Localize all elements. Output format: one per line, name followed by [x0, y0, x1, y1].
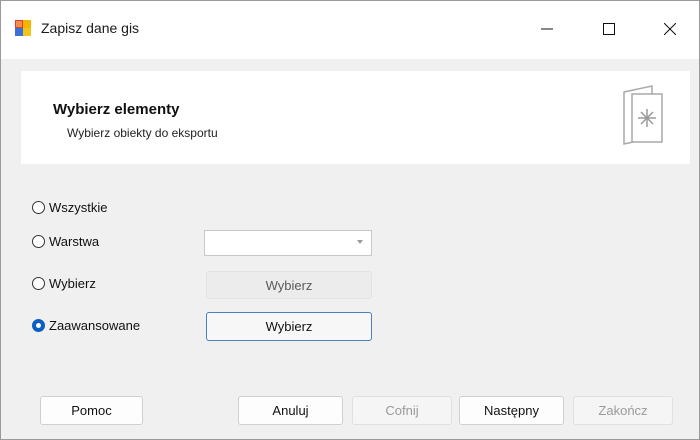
minimize-button[interactable]	[524, 13, 570, 45]
radio-option-select[interactable]: Wybierz	[32, 276, 96, 291]
radio-all-label: Wszystkie	[49, 200, 108, 215]
radio-option-all[interactable]: Wszystkie	[32, 200, 108, 215]
back-button[interactable]: Cofnij	[352, 396, 452, 425]
wizard-window: Zapisz dane gis Wybierz elementy Wybierz…	[0, 0, 700, 440]
next-button[interactable]: Następny	[459, 396, 564, 425]
select-objects-button[interactable]: Wybierz	[206, 271, 372, 299]
radio-advanced[interactable]	[32, 319, 45, 332]
radio-select-label: Wybierz	[49, 276, 96, 291]
minimize-icon	[541, 28, 553, 30]
export-document-icon	[623, 85, 663, 145]
wizard-header: Wybierz elementy Wybierz obiekty do eksp…	[21, 71, 690, 164]
radio-layer[interactable]	[32, 235, 45, 248]
page-subtitle: Wybierz obiekty do eksportu	[67, 126, 218, 140]
cancel-button[interactable]: Anuluj	[238, 396, 343, 425]
finish-button[interactable]: Zakończ	[573, 396, 673, 425]
advanced-select-button[interactable]: Wybierz	[206, 312, 372, 341]
radio-advanced-label: Zaawansowane	[49, 318, 141, 333]
app-icon	[15, 20, 31, 36]
close-icon	[664, 23, 676, 35]
layer-combobox[interactable]	[204, 230, 372, 256]
close-button[interactable]	[647, 13, 693, 45]
radio-select[interactable]	[32, 277, 45, 290]
page-title: Wybierz elementy	[53, 101, 180, 118]
radio-option-advanced[interactable]: Zaawansowane	[32, 318, 140, 333]
title-bar[interactable]: Zapisz dane gis	[1, 1, 699, 59]
maximize-button[interactable]	[586, 13, 632, 45]
window-title: Zapisz dane gis	[41, 20, 140, 36]
maximize-icon	[603, 23, 615, 35]
chevron-down-icon[interactable]	[357, 240, 363, 244]
radio-layer-label: Warstwa	[49, 234, 100, 249]
help-button[interactable]: Pomoc	[40, 396, 143, 425]
radio-option-layer[interactable]: Warstwa	[32, 234, 99, 249]
radio-all[interactable]	[32, 201, 45, 214]
